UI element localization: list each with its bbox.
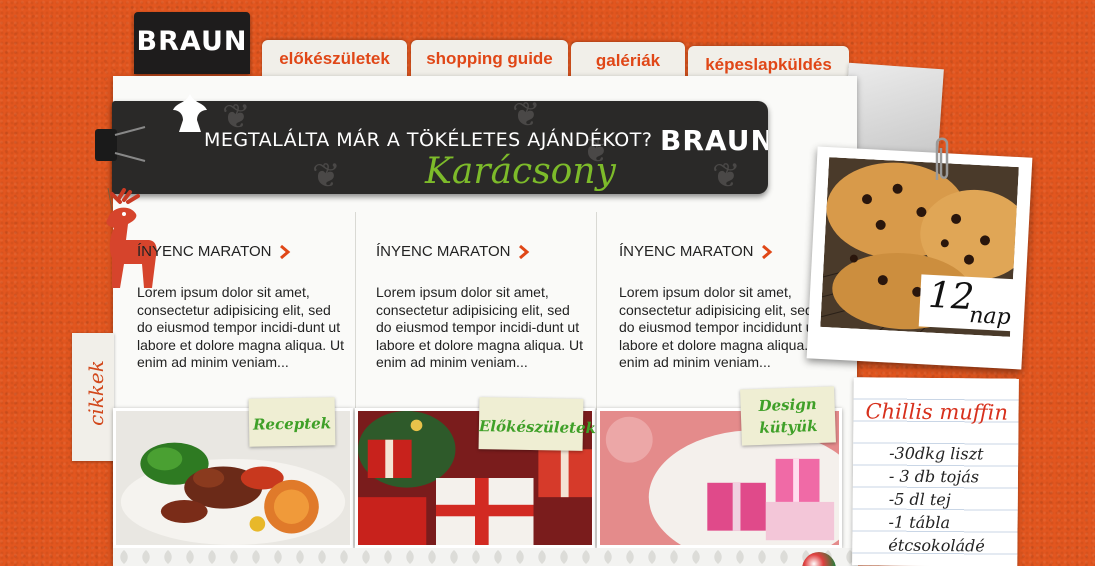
countdown-badge: 12 nap xyxy=(918,274,1022,332)
article-excerpt: Lorem ipsum dolor sit amet, consectetur … xyxy=(376,284,584,371)
braun-logo[interactable]: BRAUN xyxy=(134,12,250,74)
recipe-note[interactable]: Chillis muffin -30dkg liszt - 3 db tojás… xyxy=(852,377,1019,566)
recipe-title: Chillis muffin xyxy=(865,399,1009,425)
cikkek-side-tab[interactable]: cikkek xyxy=(72,333,114,461)
ingredient-item: - 3 db tojás xyxy=(888,466,980,487)
tab-label: képeslapküldés xyxy=(705,55,832,74)
tab-label: shopping guide xyxy=(426,49,553,68)
ornament-icon: ❦ xyxy=(712,156,741,194)
article-column: ÍNYENC MARATON Lorem ipsum dolor sit ame… xyxy=(376,212,606,410)
lace-pattern-icon xyxy=(113,548,858,566)
tab-label: előkészületek xyxy=(279,49,390,68)
chevron-right-icon xyxy=(762,244,773,259)
ingredient-item: étcsokoládé xyxy=(888,535,985,556)
tab-label: galériák xyxy=(595,51,661,70)
design-kutyuk-label[interactable]: Design kütyük xyxy=(740,386,836,446)
article-link[interactable]: ÍNYENC MARATON xyxy=(137,243,367,260)
ornament-icon: ❦ xyxy=(312,156,341,194)
tile-label-text: Előkészületek xyxy=(478,417,597,438)
logo-text: BRAUN xyxy=(136,26,248,57)
banner-script-title: Karácsony xyxy=(425,151,616,192)
ingredient-item: -30dkg liszt xyxy=(889,443,984,464)
article-heading: ÍNYENC MARATON xyxy=(376,243,511,260)
banner-headline: MEGTALÁLTA MÁR A TÖKÉLETES AJÁNDÉKOT? xyxy=(204,129,653,151)
binder-clip-icon xyxy=(95,126,146,162)
tile-label-text: kütyük xyxy=(758,416,818,438)
article-heading: ÍNYENC MARATON xyxy=(137,243,272,260)
receptek-label[interactable]: Receptek xyxy=(248,397,336,447)
article-link[interactable]: ÍNYENC MARATON xyxy=(376,243,606,260)
tile-label-text: Receptek xyxy=(252,414,332,434)
banner-logo: BRAUN xyxy=(660,124,768,157)
chevron-right-icon xyxy=(280,244,291,259)
countdown-unit: nap xyxy=(968,303,1012,331)
article-excerpt: Lorem ipsum dolor sit amet, consectetur … xyxy=(619,284,827,371)
countdown-number: 12 xyxy=(927,274,976,319)
article-excerpt: Lorem ipsum dolor sit amet, consectetur … xyxy=(137,284,345,371)
paperclip-icon xyxy=(935,137,949,180)
fleur-ornament-icon xyxy=(173,94,207,132)
cikkek-label: cikkek xyxy=(84,360,108,426)
chevron-right-icon xyxy=(519,244,530,259)
ingredient-list: -30dkg liszt - 3 db tojás -5 dl tej -1 t… xyxy=(888,442,985,558)
ingredient-item: -1 tábla xyxy=(888,512,951,533)
article-heading: ÍNYENC MARATON xyxy=(619,243,754,260)
article-column: ÍNYENC MARATON Lorem ipsum dolor sit ame… xyxy=(137,212,367,410)
lace-border-strip xyxy=(113,548,858,566)
muffin-polaroid[interactable] xyxy=(806,146,1033,370)
ingredient-item: -5 dl tej xyxy=(888,489,951,510)
elokeszuletek-label[interactable]: Előkészületek xyxy=(478,397,596,451)
